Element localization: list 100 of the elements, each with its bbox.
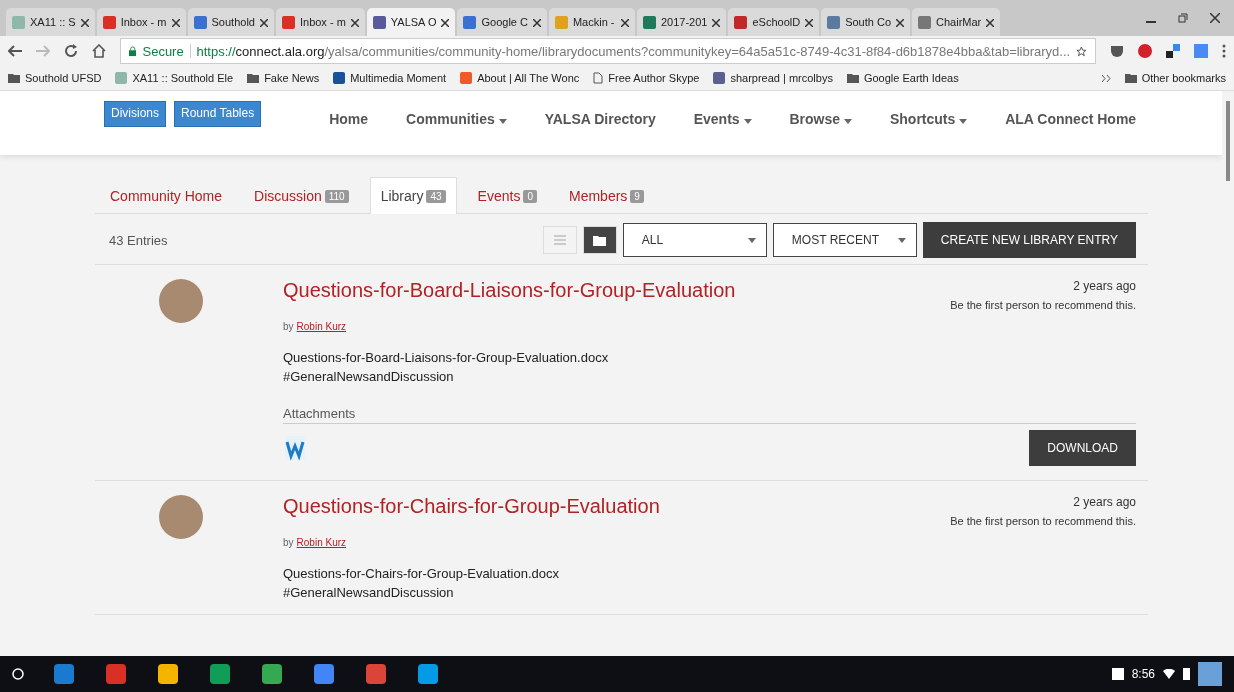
entry-count: 43 Entries <box>109 232 168 248</box>
account-avatar <box>1198 662 1222 686</box>
bookmark[interactable]: About | All The Wonc <box>460 72 580 84</box>
caret-icon <box>743 119 752 124</box>
site-button[interactable]: Divisions <box>104 101 166 127</box>
community-tab[interactable]: Events 0 <box>466 177 548 214</box>
download-button[interactable]: DOWNLOAD <box>1029 430 1136 466</box>
folder-icon <box>247 73 260 83</box>
nav-link[interactable]: Shortcuts <box>889 111 968 127</box>
favicon-icon <box>115 72 128 84</box>
create-entry-button[interactable]: CREATE NEW LIBRARY ENTRY <box>922 222 1136 258</box>
avatar <box>159 279 203 323</box>
browser-tab[interactable]: Google C <box>457 8 547 36</box>
community-tab[interactable]: Discussion 110 <box>243 177 360 214</box>
close-icon[interactable] <box>712 18 721 27</box>
bookmark[interactable]: Google Earth Ideas <box>846 72 959 84</box>
by-text: by <box>283 321 294 332</box>
restore-icon[interactable] <box>1178 13 1188 23</box>
close-icon[interactable] <box>896 18 905 27</box>
close-icon[interactable] <box>259 18 268 27</box>
view-button[interactable] <box>582 226 617 254</box>
close-icon[interactable] <box>532 18 541 27</box>
recommend-text: Be the first person to recommend this. <box>950 299 1136 311</box>
folder-icon <box>1124 73 1137 83</box>
nav-link[interactable]: Home <box>329 111 369 127</box>
browser-tab[interactable]: XA11 :: S <box>6 8 95 36</box>
bookmark[interactable]: Southold UFSD <box>8 72 102 84</box>
attachments-heading: Attachments <box>283 406 1136 424</box>
nav-link[interactable]: Events <box>693 111 752 127</box>
browser-tab[interactable]: Mackin - <box>548 8 635 36</box>
nav-link[interactable]: Browse <box>789 111 852 127</box>
close-icon[interactable] <box>1210 13 1220 23</box>
browser-tab[interactable]: Inbox - m <box>275 8 365 36</box>
avatar <box>159 495 203 539</box>
word-document-icon[interactable] <box>283 434 307 462</box>
bookmark[interactable]: Other bookmarks <box>1124 72 1226 84</box>
back-icon[interactable] <box>8 45 22 57</box>
image-icon[interactable] <box>1111 668 1124 680</box>
menu-icon[interactable] <box>1222 44 1226 58</box>
recommend-text: Be the first person to recommend this. <box>950 515 1136 527</box>
nav-link[interactable]: Communities <box>406 111 507 127</box>
app-icon[interactable] <box>364 662 388 686</box>
tag-link[interactable]: #GeneralNewsandDiscussion <box>283 585 1136 600</box>
pocket-icon[interactable] <box>1110 44 1124 58</box>
file-name: Questions-for-Board-Liaisons-for-Group-Evaluation.docx <box>283 350 610 365</box>
close-icon[interactable] <box>986 18 995 27</box>
entry-title[interactable]: Questions-for-Chairs-for-Group-Evaluation <box>283 495 660 527</box>
reload-icon[interactable] <box>64 44 78 58</box>
community-tab[interactable]: Library 43 <box>369 177 457 214</box>
home-icon[interactable] <box>92 44 106 58</box>
star-icon[interactable] <box>1076 44 1087 58</box>
community-tab[interactable]: Members 9 <box>558 177 655 214</box>
bookmark[interactable]: sharpread | mrcolbys <box>713 72 833 84</box>
browser-tab[interactable]: 2017-201 <box>636 8 727 36</box>
tag-link[interactable]: #GeneralNewsandDiscussion <box>283 369 1136 384</box>
author-link[interactable]: Robin Kurz <box>296 537 347 548</box>
pinterest-icon[interactable] <box>1138 44 1152 58</box>
bookmark[interactable]: XA11 :: Southold Ele <box>115 72 234 84</box>
wifi-icon <box>1163 669 1175 679</box>
nav-link[interactable]: YALSA Directory <box>544 111 656 127</box>
browser-tab[interactable]: Inbox - m <box>96 8 186 36</box>
close-icon[interactable] <box>350 18 359 27</box>
app-icon[interactable] <box>416 662 440 686</box>
app-icon[interactable] <box>52 662 76 686</box>
app-icon[interactable] <box>156 662 180 686</box>
address-field[interactable]: Secure https://connect.ala.org/yalsa/communities/community-home/librarydocuments?communitykey=64a5a51c-8749-4c31-8f84-d6b1878e4bba&tab=libraryd... <box>120 38 1096 64</box>
launcher-icon[interactable] <box>12 668 24 680</box>
browser-tab[interactable]: South Co <box>821 8 911 36</box>
site-button[interactable]: Round Tables <box>174 101 262 127</box>
extension-icon[interactable] <box>1166 44 1180 58</box>
count-badge: 0 <box>523 189 537 203</box>
bookmark[interactable]: Fake News <box>247 72 320 84</box>
count-badge: 9 <box>630 189 644 203</box>
battery-icon <box>1183 668 1190 680</box>
nav-link[interactable]: ALA Connect Home <box>1005 111 1137 127</box>
browser-tab[interactable]: YALSA O <box>366 8 456 36</box>
favicon-icon <box>713 72 726 84</box>
app-icon[interactable] <box>312 662 336 686</box>
list-icon <box>553 235 566 245</box>
community-tab[interactable]: Community Home <box>99 177 234 214</box>
close-icon[interactable] <box>171 18 180 27</box>
favicon-icon <box>333 72 346 84</box>
close-icon[interactable] <box>620 18 629 27</box>
author-link[interactable]: Robin Kurz <box>296 321 347 332</box>
entry-title[interactable]: Questions-for-Board-Liaisons-for-Group-Evaluation <box>283 279 736 311</box>
scrollbar-thumb[interactable] <box>1226 101 1230 181</box>
sort-select[interactable]: MOST RECENT <box>772 223 917 257</box>
chevron-icon[interactable] <box>1101 72 1111 84</box>
browser-tab[interactable]: ChairMar <box>912 8 1001 36</box>
bookmark[interactable]: Multimedia Moment <box>333 72 447 84</box>
bookmark[interactable]: Free Author Skype <box>593 72 700 84</box>
folder-icon <box>846 73 859 83</box>
browser-tab[interactable]: Southold <box>187 8 274 36</box>
browser-tab[interactable]: eSchoolD <box>728 8 820 36</box>
close-icon[interactable] <box>805 18 814 27</box>
filter-select[interactable]: ALL <box>622 223 767 257</box>
app-icon[interactable] <box>208 662 232 686</box>
app-icon[interactable] <box>260 662 284 686</box>
close-icon[interactable] <box>80 18 89 27</box>
close-icon[interactable] <box>441 18 450 27</box>
